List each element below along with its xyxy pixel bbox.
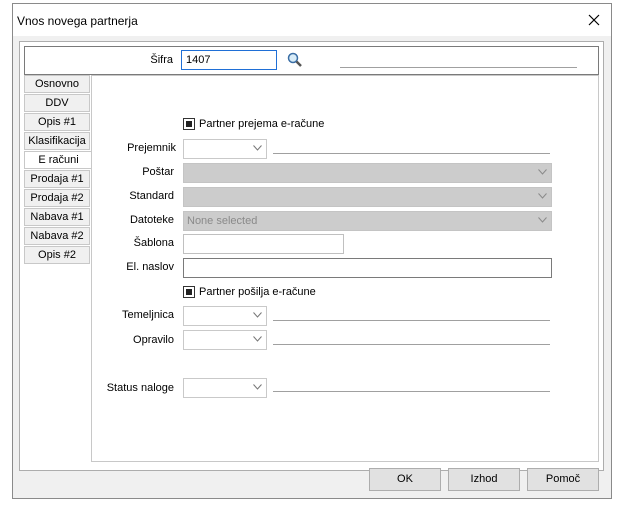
code-input[interactable]: 1407: [181, 50, 277, 70]
chevron-down-icon: [538, 217, 547, 223]
ok-button[interactable]: OK: [369, 468, 441, 491]
tab-nabava-2[interactable]: Nabava #2: [24, 227, 90, 245]
close-button[interactable]: [583, 10, 605, 30]
postman-select[interactable]: [183, 163, 552, 183]
receives-einvoice-label: Partner prejema e-račune: [199, 118, 325, 130]
template-label: Šablona: [133, 237, 174, 249]
chevron-down-icon: [253, 145, 262, 151]
chevron-down-icon: [538, 169, 547, 175]
files-label: Datoteke: [129, 214, 174, 226]
journal-description: [273, 320, 550, 321]
recipient-label: Prejemnik: [127, 142, 176, 154]
tab-prodaja-2[interactable]: Prodaja #2: [24, 189, 90, 207]
magnifier-icon: [287, 52, 302, 67]
tab-prodaja-1[interactable]: Prodaja #1: [24, 170, 90, 188]
code-description-field: [340, 67, 577, 68]
code-label: Šifra: [150, 54, 173, 66]
template-input[interactable]: [183, 234, 344, 254]
title-bar: Vnos novega partnerja: [13, 4, 611, 36]
tab-ddv[interactable]: DDV: [24, 94, 90, 112]
close-icon: [588, 14, 600, 26]
tab-opis-2[interactable]: Opis #2: [24, 246, 90, 264]
files-placeholder: None selected: [187, 215, 258, 227]
email-input[interactable]: [183, 258, 552, 278]
task-select[interactable]: [183, 330, 267, 350]
recipient-description: [273, 153, 550, 154]
status-label: Status naloge: [106, 382, 174, 394]
dialog-body: Šifra 1407 Osnovno DDV Opis #1 Klasifika…: [19, 41, 604, 471]
help-button[interactable]: Pomoč: [527, 468, 599, 491]
dialog-window: Vnos novega partnerja Šifra 1407 Osnovno…: [12, 3, 612, 499]
chevron-down-icon: [253, 312, 262, 318]
code-header: Šifra 1407: [24, 46, 599, 75]
tab-klasifikacija[interactable]: Klasifikacija: [24, 132, 90, 150]
files-select[interactable]: None selected: [183, 211, 552, 231]
standard-select[interactable]: [183, 187, 552, 207]
tab-nabava-1[interactable]: Nabava #1: [24, 208, 90, 226]
exit-button[interactable]: Izhod: [448, 468, 520, 491]
tab-opis-1[interactable]: Opis #1: [24, 113, 90, 131]
journal-select[interactable]: [183, 306, 267, 326]
email-label: El. naslov: [126, 261, 174, 273]
sends-einvoice-checkbox[interactable]: [183, 286, 195, 298]
window-title: Vnos novega partnerja: [17, 14, 138, 28]
status-description: [273, 391, 550, 392]
task-label: Opravilo: [133, 334, 174, 346]
task-description: [273, 344, 550, 345]
journal-label: Temeljnica: [122, 309, 174, 321]
chevron-down-icon: [253, 336, 262, 342]
e-racuni-panel: Partner prejema e-račune Prejemnik Pošta…: [91, 75, 599, 462]
status-select[interactable]: [183, 378, 267, 398]
search-button[interactable]: [286, 51, 304, 69]
sends-einvoice-label: Partner pošilja e-račune: [199, 286, 316, 298]
chevron-down-icon: [253, 384, 262, 390]
tab-e-racuni[interactable]: E računi: [24, 151, 92, 169]
receives-einvoice-checkbox[interactable]: [183, 118, 195, 130]
recipient-select[interactable]: [183, 139, 267, 159]
standard-label: Standard: [129, 190, 174, 202]
chevron-down-icon: [538, 193, 547, 199]
postman-label: Poštar: [142, 166, 174, 178]
tab-osnovno[interactable]: Osnovno: [24, 75, 90, 93]
